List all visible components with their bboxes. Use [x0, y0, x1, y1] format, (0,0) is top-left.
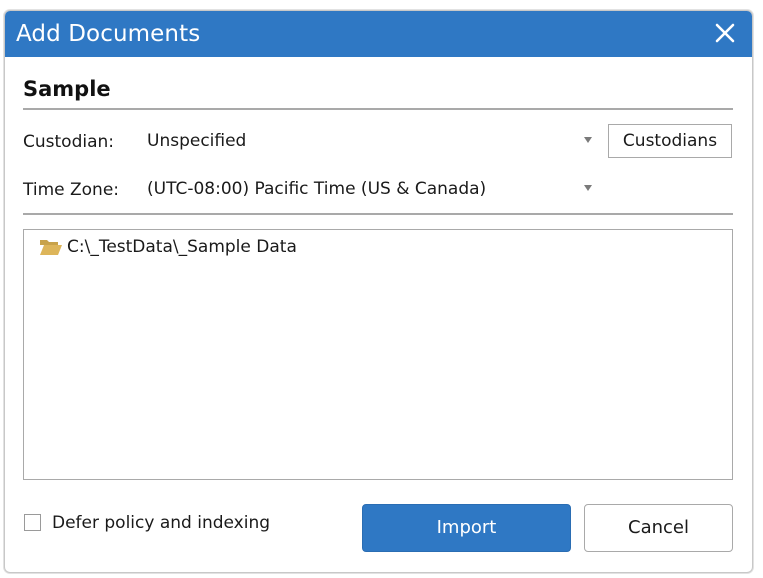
dialog-title: Add Documents — [16, 21, 201, 47]
timezone-select[interactable]: (UTC-08:00) Pacific Time (US & Canada) — [147, 174, 593, 204]
dialog-titlebar: Add Documents — [5, 11, 752, 57]
file-list[interactable]: C:\_TestData\_Sample Data — [23, 229, 733, 480]
cancel-button[interactable]: Cancel — [584, 504, 733, 552]
folder-open-icon — [40, 240, 62, 255]
import-button[interactable]: Import — [362, 504, 571, 552]
file-path: C:\_TestData\_Sample Data — [67, 237, 297, 257]
add-documents-dialog: Add Documents Sample Custodian: Unspecif… — [4, 10, 753, 573]
chevron-down-icon — [584, 185, 592, 191]
custodian-select[interactable]: Unspecified — [147, 126, 593, 156]
defer-checkbox[interactable] — [24, 514, 41, 531]
fields-divider — [23, 213, 733, 215]
timezone-value: (UTC-08:00) Pacific Time (US & Canada) — [147, 179, 487, 199]
custodian-value: Unspecified — [147, 131, 247, 151]
close-button[interactable] — [712, 20, 738, 46]
close-icon — [715, 23, 735, 43]
custodians-button[interactable]: Custodians — [608, 124, 732, 158]
timezone-label: Time Zone: — [23, 180, 120, 200]
chevron-down-icon — [584, 137, 592, 143]
section-divider — [23, 108, 733, 110]
section-title: Sample — [23, 77, 111, 101]
defer-label: Defer policy and indexing — [52, 513, 271, 533]
custodian-label: Custodian: — [23, 132, 115, 152]
